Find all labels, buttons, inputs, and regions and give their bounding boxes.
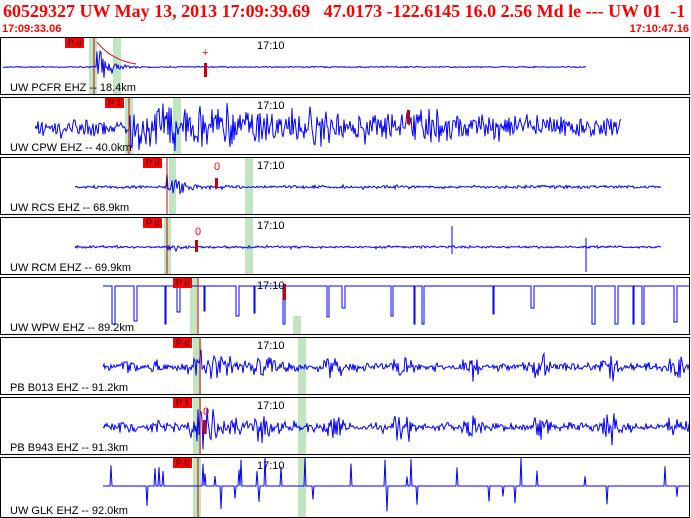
time-tick: 17:10 [257, 280, 285, 292]
time-tick: 17:10 [257, 160, 285, 172]
trace-label: UW CPW EHZ -- 40.0km [10, 142, 132, 154]
amp-mark: 0 [195, 226, 202, 238]
trace-panel-rcm[interactable]: P d 17:10 0 UW RCM EHZ -- 69.9km [0, 217, 690, 275]
trace-panel-cpw[interactable]: P 1 17:10 UW CPW EHZ -- 40.0km [0, 97, 690, 155]
amp-mark: + [202, 47, 209, 59]
end-time-label: 17:10:47.16 [629, 23, 689, 35]
pick-flag[interactable]: P d [143, 158, 163, 168]
event-header: 60529327 UW May 13, 2013 17:09:39.69 47.… [0, 0, 691, 36]
trace-panel-wpw[interactable]: P d 17:10 UW WPW EHZ -- 89.2km [0, 277, 690, 335]
trace-panel-rcs[interactable]: P d 17:10 0 UW RCS EHZ -- 68.9km [0, 157, 690, 215]
trace-panel-b013[interactable]: P d 17:10 PB B013 EHZ -- 91.2km [0, 337, 690, 395]
pick-flag[interactable]: P d [173, 338, 193, 348]
trace-label: PB B943 EHZ -- 91.3km [10, 442, 128, 454]
trace-label: UW RCS EHZ -- 68.9km [10, 202, 130, 214]
pick-flag[interactable]: P d [143, 218, 163, 228]
amplitude-bar [215, 178, 218, 188]
trace-label: UW RCM EHZ -- 69.9km [10, 262, 131, 274]
trace-line [74, 243, 662, 253]
trace-line [74, 172, 662, 196]
trace-label: UW WPW EHZ -- 89.2km [10, 322, 135, 334]
amplitude-bar [195, 240, 198, 252]
pick-window [293, 316, 301, 334]
amplitude-bar [203, 420, 206, 434]
amplitude-bar [204, 63, 207, 77]
trace-line [102, 349, 689, 382]
amp-mark: 0 [203, 406, 210, 418]
pick-flag[interactable]: P 0 [173, 458, 193, 468]
amplitude-bar [407, 110, 410, 124]
trace-label: PB B013 EHZ -- 91.2km [10, 382, 128, 394]
trace-panel-pcfr[interactable]: P d 17:10 + UW PCFR EHZ -- 18.4km [0, 37, 690, 95]
pick-window [193, 458, 201, 517]
pick-flag[interactable]: P d [173, 278, 193, 288]
time-tick: 17:10 [257, 100, 285, 112]
time-tick: 17:10 [257, 40, 285, 52]
time-tick: 17:10 [257, 340, 285, 352]
time-tick: 17:10 [257, 220, 285, 232]
pick-flag[interactable]: P 1 [173, 398, 193, 408]
amp-mark: 0 [214, 161, 221, 173]
trace-label: UW GLK EHZ -- 92.0km [10, 505, 128, 517]
pick-flag[interactable]: P 1 [105, 98, 125, 108]
trace-panel-glk[interactable]: P 0 17:10 UW GLK EHZ -- 92.0km [0, 457, 690, 518]
time-tick: 17:10 [257, 460, 285, 472]
trace-label: UW PCFR EHZ -- 18.4km [10, 82, 136, 94]
event-title: 60529327 UW May 13, 2013 17:09:39.69 47.… [3, 1, 686, 21]
trace-line [102, 408, 689, 450]
start-time-label: 17:09:33.06 [2, 23, 62, 35]
time-tick: 17:10 [257, 400, 285, 412]
seismogram-panels: P d 17:10 + UW PCFR EHZ -- 18.4km P 1 17… [0, 37, 691, 518]
trace-panel-b943[interactable]: P 1 17:10 0 PB B943 EHZ -- 91.3km [0, 397, 690, 455]
pick-flag[interactable]: P d [65, 38, 85, 48]
